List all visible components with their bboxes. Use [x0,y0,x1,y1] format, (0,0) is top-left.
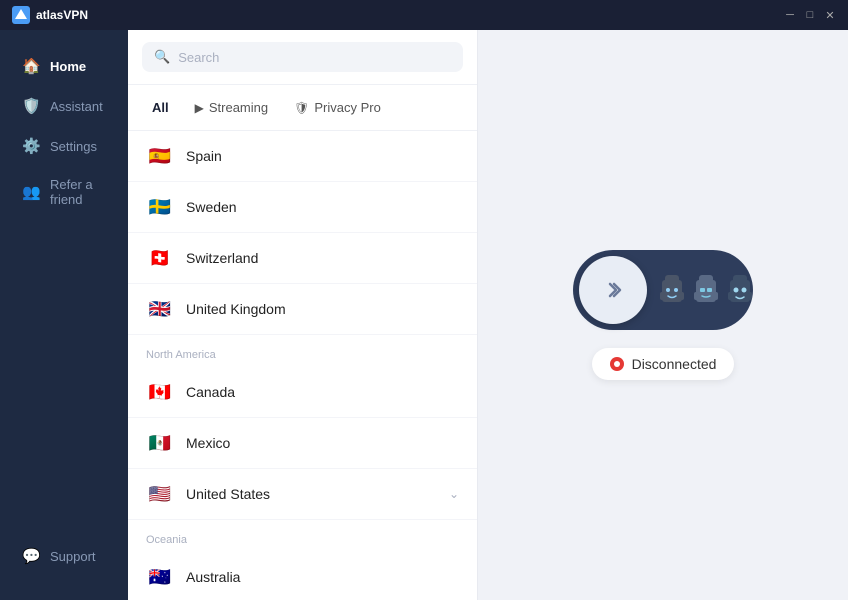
flag-canada: 🇨🇦 [146,378,174,406]
filter-tabs: All ▶ Streaming 🛡 Privacy Pro [128,85,477,131]
status-badge: Disconnected [592,348,735,380]
search-bar: 🔍 [128,30,477,85]
status-dot-inner [614,361,620,367]
main-content: 🔍 All ▶ Streaming 🛡 Privacy Pro [128,30,848,600]
sidebar-item-refer[interactable]: 👥 Refer a friend [6,167,122,217]
search-input-wrap[interactable]: 🔍 [142,42,463,72]
list-item[interactable]: 🇸🇪 Sweden [128,182,477,233]
maximize-button[interactable]: □ [804,9,816,21]
toggle-knob [579,256,647,324]
country-name-switzerland: Switzerland [186,250,258,266]
flag-australia: 🇦🇺 [146,563,174,591]
app-logo: atlasVPN [12,6,88,24]
sidebar-bottom: 💬 Support [0,536,128,584]
country-name-mexico: Mexico [186,435,230,451]
tab-streaming-label: Streaming [209,100,268,115]
flag-sweden: 🇸🇪 [146,193,174,221]
character-3 [725,270,755,310]
country-name-us: United States [186,486,270,502]
tab-all[interactable]: All [142,95,179,120]
search-icon: 🔍 [154,49,170,65]
sidebar-item-settings[interactable]: ⚙️ Settings [6,127,122,165]
tab-streaming[interactable]: ▶ Streaming [185,95,278,120]
search-input[interactable] [178,50,451,65]
vpn-toggle[interactable] [573,250,753,330]
flag-mexico: 🇲🇽 [146,429,174,457]
flag-us: 🇺🇸 [146,480,174,508]
tab-privacy-pro-label: Privacy Pro [314,100,380,115]
country-list: 🇪🇸 Spain 🇸🇪 Sweden 🇨🇭 Switzerland 🇬🇧 Uni… [128,131,477,600]
sidebar-item-assistant[interactable]: 🛡️ Assistant [6,87,122,125]
tab-privacy-pro[interactable]: 🛡 Privacy Pro [284,95,391,120]
sidebar: 🏠 Home 🛡️ Assistant ⚙️ Settings 👥 Refer … [0,30,128,600]
list-item[interactable]: 🇦🇺 Australia [128,552,477,600]
window-controls: ─ □ ✕ [784,9,836,21]
character-1 [657,270,687,310]
tab-all-label: All [152,100,169,115]
flag-switzerland: 🇨🇭 [146,244,174,272]
expand-icon: ⌄ [449,487,459,501]
vpn-toggle-area: Disconnected [573,250,753,380]
country-name-spain: Spain [186,148,222,164]
location-panel: 🔍 All ▶ Streaming 🛡 Privacy Pro [128,30,478,600]
country-name-australia: Australia [186,569,240,585]
sidebar-label-home: Home [50,59,86,74]
sidebar-label-assistant: Assistant [50,99,103,114]
titlebar: atlasVPN ─ □ ✕ [0,0,848,30]
list-item[interactable]: 🇬🇧 United Kingdom [128,284,477,335]
list-item[interactable]: 🇨🇭 Switzerland [128,233,477,284]
home-icon: 🏠 [22,57,40,75]
country-name-uk: United Kingdom [186,301,286,317]
sidebar-label-refer: Refer a friend [50,177,106,207]
region-oceania: Oceania [128,520,477,552]
logo-text: atlasVPN [36,8,88,22]
flag-spain: 🇪🇸 [146,142,174,170]
shield-icon: 🛡️ [22,97,40,115]
people-icon: 👥 [22,183,40,201]
flag-uk: 🇬🇧 [146,295,174,323]
close-button[interactable]: ✕ [824,9,836,21]
sidebar-item-support[interactable]: 💬 Support [6,537,122,575]
country-name-sweden: Sweden [186,199,237,215]
list-item[interactable]: 🇺🇸 United States ⌄ [128,469,477,520]
logo-icon [12,6,30,24]
list-item[interactable]: 🇨🇦 Canada [128,367,477,418]
list-item[interactable]: 🇲🇽 Mexico [128,418,477,469]
privacy-icon: 🛡 [294,101,309,115]
status-text: Disconnected [632,356,717,372]
right-panel: Disconnected [478,30,848,600]
region-north-america: North America [128,335,477,367]
minimize-button[interactable]: ─ [784,9,796,21]
gear-icon: ⚙️ [22,137,40,155]
sidebar-label-support: Support [50,549,96,564]
list-item[interactable]: 🇪🇸 Spain [128,131,477,182]
character-2 [691,270,721,310]
chat-icon: 💬 [22,547,40,565]
sidebar-item-home[interactable]: 🏠 Home [6,47,122,85]
sidebar-label-settings: Settings [50,139,97,154]
country-name-canada: Canada [186,384,235,400]
app-body: 🏠 Home 🛡️ Assistant ⚙️ Settings 👥 Refer … [0,30,848,600]
status-dot [610,357,624,371]
toggle-characters [657,270,755,310]
play-icon: ▶ [195,101,204,115]
